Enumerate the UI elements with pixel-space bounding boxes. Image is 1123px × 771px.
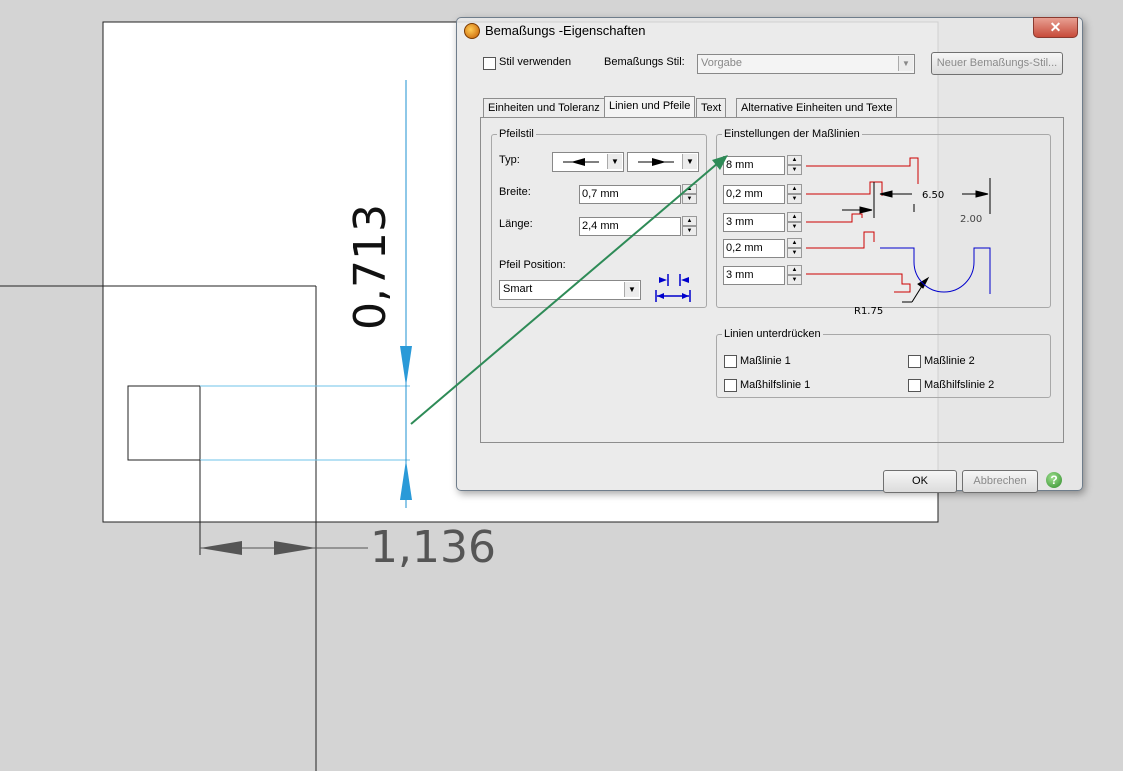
chevron-down-icon: ▼ bbox=[898, 56, 913, 71]
arrow-length-value: 2,4 mm bbox=[582, 220, 619, 232]
suppress-dimline1-checkbox[interactable] bbox=[724, 355, 737, 368]
spin-up-icon[interactable]: ▲ bbox=[787, 184, 802, 194]
dimension-line-stepper-2[interactable]: ▲ ▼ bbox=[787, 184, 802, 204]
tab-alternative-units[interactable]: Alternative Einheiten und Texte bbox=[736, 98, 898, 118]
use-style-label: Stil verwenden bbox=[499, 56, 572, 68]
spin-down-icon[interactable]: ▼ bbox=[787, 194, 802, 204]
spin-down-icon[interactable]: ▼ bbox=[682, 226, 697, 236]
spin-up-icon[interactable]: ▲ bbox=[787, 265, 802, 275]
tab-units-tolerance[interactable]: Einheiten und Toleranz bbox=[483, 98, 605, 118]
suppress-dimline1-label: Maßlinie 1 bbox=[740, 355, 791, 367]
field-value: 3 mm bbox=[726, 216, 754, 228]
field-value: 8 mm bbox=[726, 159, 754, 171]
spin-down-icon[interactable]: ▼ bbox=[787, 275, 802, 285]
spin-down-icon[interactable]: ▼ bbox=[787, 165, 802, 175]
dimension-line-field-5[interactable]: 3 mm bbox=[723, 266, 785, 285]
ok-button[interactable]: OK bbox=[883, 470, 957, 493]
arrow-width-value: 0,7 mm bbox=[582, 188, 619, 200]
tab-lines-arrows[interactable]: Linien und Pfeile bbox=[604, 96, 696, 118]
arrow-type-start-select[interactable]: ▼ bbox=[552, 152, 624, 172]
arrow-position-label: Pfeil Position: bbox=[499, 259, 566, 271]
dimension-line-field-3[interactable]: 3 mm bbox=[723, 213, 785, 232]
dimension-line-stepper-3[interactable]: ▲ ▼ bbox=[787, 212, 802, 232]
dimension-properties-dialog: Bemaßungs -Eigenschaften ✕ Stil verwende… bbox=[456, 17, 1083, 493]
spin-up-icon[interactable]: ▲ bbox=[787, 238, 802, 248]
dimension-line-field-4[interactable]: 0,2 mm bbox=[723, 239, 785, 258]
arrow-type-end-select[interactable]: ▼ bbox=[627, 152, 699, 172]
suppress-extline2-label: Maßhilfslinie 2 bbox=[924, 379, 995, 391]
chevron-down-icon: ▼ bbox=[607, 154, 622, 169]
dimension-line-stepper-1[interactable]: ▲ ▼ bbox=[787, 155, 802, 175]
app-icon bbox=[464, 23, 480, 39]
suppress-extline1-checkbox[interactable] bbox=[724, 379, 737, 392]
dimension-arrow bbox=[274, 541, 316, 555]
field-value: 0,2 mm bbox=[726, 242, 763, 254]
dimension-line-stepper-4[interactable]: ▲ ▼ bbox=[787, 238, 802, 258]
dimension-line-field-2[interactable]: 0,2 mm bbox=[723, 185, 785, 204]
arrow-end-icon bbox=[638, 158, 674, 166]
use-style-checkbox[interactable] bbox=[483, 57, 496, 70]
field-value: 0,2 mm bbox=[726, 188, 763, 200]
preview-label-1: 6.50 bbox=[922, 190, 944, 201]
dimension-preview: 6.50 2.00 R1.75 bbox=[806, 157, 991, 314]
preview-label-2: 2.00 bbox=[960, 214, 982, 225]
chevron-down-icon: ▼ bbox=[624, 282, 639, 297]
dimension-arrow bbox=[200, 541, 242, 555]
arrow-position-value: Smart bbox=[503, 283, 533, 295]
spin-up-icon[interactable]: ▲ bbox=[682, 184, 697, 194]
field-value: 3 mm bbox=[726, 269, 754, 281]
spin-up-icon[interactable]: ▲ bbox=[787, 212, 802, 222]
spin-up-icon[interactable]: ▲ bbox=[787, 155, 802, 165]
style-select-value: Vorgabe bbox=[701, 57, 742, 69]
chevron-down-icon: ▼ bbox=[682, 154, 697, 169]
arrow-style-group-title: Pfeilstil bbox=[499, 128, 534, 140]
arrow-start-icon bbox=[563, 158, 599, 166]
vertical-dimension-text: 0,713 bbox=[345, 204, 396, 330]
preview-label-3: R1.75 bbox=[854, 306, 883, 314]
suppress-dimline2-label: Maßlinie 2 bbox=[924, 355, 975, 367]
cancel-button[interactable]: Abbrechen bbox=[962, 470, 1038, 493]
dimension-line-field-1[interactable]: 8 mm bbox=[723, 156, 785, 175]
arrow-width-stepper[interactable]: ▲ ▼ bbox=[682, 184, 697, 204]
suppress-extline2-checkbox[interactable] bbox=[908, 379, 921, 392]
dialog-title: Bemaßungs -Eigenschaften bbox=[485, 23, 646, 38]
tab-text[interactable]: Text bbox=[696, 98, 727, 118]
spin-down-icon[interactable]: ▼ bbox=[787, 248, 802, 258]
arrow-width-field[interactable]: 0,7 mm bbox=[579, 185, 681, 204]
close-button[interactable]: ✕ bbox=[1033, 17, 1078, 38]
horizontal-dimension-text: 1,136 bbox=[370, 522, 496, 573]
help-icon[interactable]: ? bbox=[1046, 472, 1062, 488]
arrow-position-select[interactable]: Smart ▼ bbox=[499, 280, 641, 300]
arrow-width-label: Breite: bbox=[499, 186, 531, 198]
style-label: Bemaßungs Stil: bbox=[604, 56, 685, 68]
suppress-dimline2-checkbox[interactable] bbox=[908, 355, 921, 368]
title-bar[interactable]: Bemaßungs -Eigenschaften ✕ bbox=[457, 17, 1082, 44]
arrow-type-label: Typ: bbox=[499, 154, 520, 166]
suppress-extline1-label: Maßhilfslinie 1 bbox=[740, 379, 811, 391]
spin-up-icon[interactable]: ▲ bbox=[682, 216, 697, 226]
style-select[interactable]: Vorgabe ▼ bbox=[697, 54, 915, 74]
dialog-client: Stil verwenden Bemaßungs Stil: Vorgabe ▼… bbox=[466, 44, 1073, 493]
dimension-line-stepper-5[interactable]: ▲ ▼ bbox=[787, 265, 802, 285]
spin-down-icon[interactable]: ▼ bbox=[682, 194, 697, 204]
dimension-lines-group-title: Einstellungen der Maßlinien bbox=[724, 128, 860, 140]
arrow-length-stepper[interactable]: ▲ ▼ bbox=[682, 216, 697, 236]
suppress-lines-group-title: Linien unterdrücken bbox=[724, 328, 821, 340]
spin-down-icon[interactable]: ▼ bbox=[787, 222, 802, 232]
arrow-length-label: Länge: bbox=[499, 218, 533, 230]
arrow-position-icon bbox=[655, 274, 691, 302]
arrow-length-field[interactable]: 2,4 mm bbox=[579, 217, 681, 236]
new-style-button[interactable]: Neuer Bemaßungs-Stil... bbox=[931, 52, 1063, 75]
